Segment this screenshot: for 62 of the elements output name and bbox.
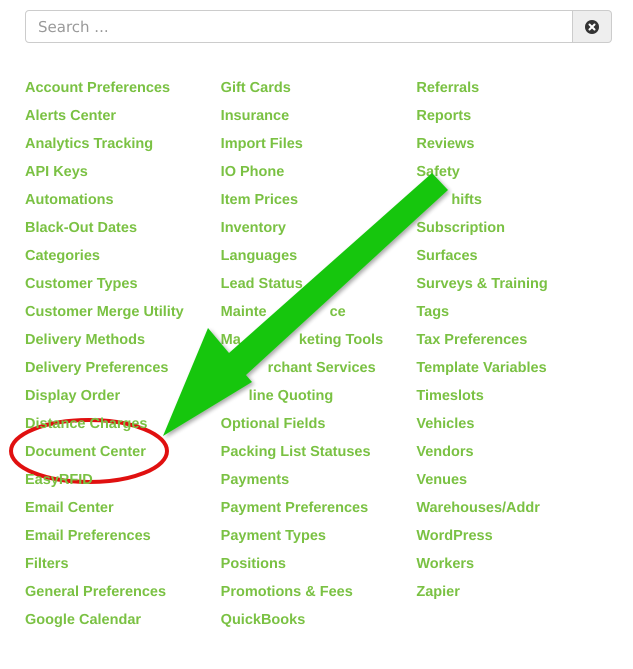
settings-link[interactable]: Customer Types — [25, 275, 138, 293]
settings-link[interactable]: Warehouses/Addr — [416, 499, 540, 517]
settings-link[interactable]: Display Order — [25, 387, 120, 405]
settings-link[interactable]: Lead Status — [220, 275, 303, 293]
settings-link[interactable]: Categories — [25, 247, 100, 265]
settings-link[interactable]: Email Preferences — [25, 527, 151, 545]
settings-link[interactable]: Languages — [220, 247, 298, 265]
settings-link[interactable]: Tags — [416, 303, 450, 321]
settings-link[interactable]: Zapier — [416, 583, 460, 601]
close-icon — [585, 20, 599, 34]
settings-link[interactable]: Analytics Tracking — [25, 135, 154, 153]
settings-link[interactable]: API Keys — [25, 163, 88, 181]
settings-link[interactable]: Vehicles — [416, 415, 474, 433]
settings-link[interactable]: Referrals — [416, 79, 480, 97]
settings-link[interactable]: Safety — [416, 163, 460, 181]
settings-link[interactable]: Account Preferences — [25, 79, 170, 97]
settings-link[interactable]: Gift Cards — [220, 79, 291, 97]
settings-link[interactable]: WordPress — [416, 527, 493, 545]
settings-link[interactable]: ce — [330, 303, 346, 321]
settings-link[interactable]: Filters — [25, 555, 69, 573]
settings-link[interactable]: Workers — [416, 555, 474, 573]
settings-link[interactable]: keting Tools — [298, 331, 384, 349]
settings-link[interactable]: Template Variables — [416, 359, 547, 377]
settings-link[interactable]: Automations — [25, 191, 114, 209]
settings-link[interactable]: Timeslots — [416, 387, 484, 405]
settings-link[interactable]: Subscription — [416, 219, 505, 237]
settings-link[interactable]: Venues — [416, 471, 468, 489]
settings-link[interactable]: Payments — [220, 471, 290, 489]
settings-link[interactable]: Payment Types — [220, 527, 326, 545]
settings-link[interactable]: Vendors — [416, 443, 474, 461]
clear-button[interactable] — [573, 10, 612, 43]
settings-link[interactable]: Delivery Preferences — [25, 359, 168, 377]
settings-link[interactable]: Surfaces — [416, 247, 478, 265]
settings-link[interactable]: Reviews — [416, 135, 474, 153]
settings-link[interactable]: Tax Preferences — [416, 331, 528, 349]
settings-link[interactable]: Mainte — [220, 303, 267, 321]
settings-link[interactable]: Payment Preferences — [220, 499, 368, 517]
settings-link[interactable]: Packing List Statuses — [220, 443, 371, 461]
settings-link[interactable]: Inventory — [220, 219, 286, 237]
settings-link[interactable]: Reports — [416, 107, 472, 125]
settings-link[interactable]: Item Prices — [220, 191, 298, 209]
settings-link[interactable]: Ma — [220, 331, 241, 349]
settings-link[interactable]: Import Files — [220, 135, 303, 153]
settings-link[interactable]: Document Center — [25, 443, 146, 461]
settings-link[interactable]: Promotions & Fees — [220, 583, 353, 601]
settings-link[interactable]: hifts — [451, 191, 482, 209]
settings-link[interactable]: Black-Out Dates — [25, 219, 138, 237]
settings-link[interactable]: QuickBooks — [220, 611, 306, 629]
settings-link[interactable]: Optional Fields — [220, 415, 326, 433]
settings-link[interactable]: Customer Merge Utility — [25, 303, 184, 321]
settings-link[interactable]: line Quoting — [248, 387, 334, 405]
settings-link[interactable]: Email Center — [25, 499, 114, 517]
settings-link[interactable]: Insurance — [220, 107, 290, 125]
settings-link[interactable]: General Preferences — [25, 583, 166, 601]
settings-link[interactable]: Delivery Methods — [25, 331, 146, 349]
settings-link[interactable]: Positions — [220, 555, 286, 573]
settings-link[interactable]: IO Phone — [220, 163, 284, 181]
settings-link[interactable]: Surveys & Training — [416, 275, 548, 293]
settings-link[interactable]: Alerts Center — [25, 107, 116, 125]
search-field[interactable]: Search ... — [25, 10, 573, 43]
settings-link[interactable]: rchant Services — [268, 359, 376, 377]
settings-link[interactable]: Google Calendar — [25, 611, 142, 629]
